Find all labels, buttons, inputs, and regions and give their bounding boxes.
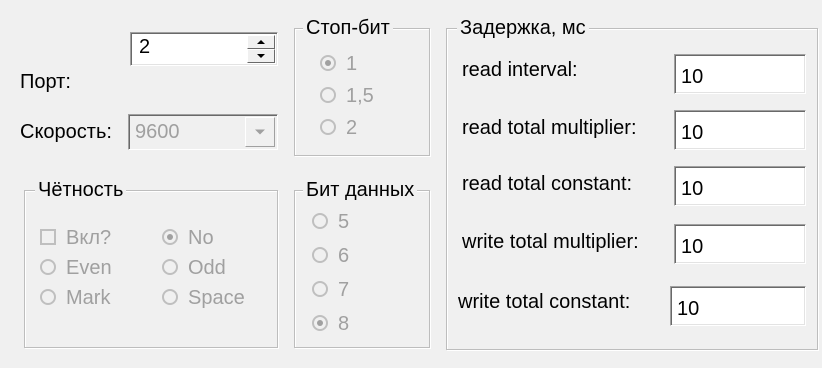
write-total-constant-label: write total constant: xyxy=(458,291,631,313)
chevron-down-icon xyxy=(255,129,265,135)
radio-icon xyxy=(312,212,328,229)
stop-bits-option-label: 1,5 xyxy=(346,85,374,107)
stop-bits-radio-2[interactable]: 2 xyxy=(320,116,357,140)
parity-title: Чётность xyxy=(35,178,127,202)
read-interval-label: read interval: xyxy=(462,59,578,81)
write-total-multiplier-label: write total multiplier: xyxy=(462,231,639,253)
stop-bits-option-label: 2 xyxy=(346,117,358,139)
spin-up-button[interactable] xyxy=(247,35,275,49)
stop-bits-option-label: 1 xyxy=(346,53,358,75)
parity-option-label: No xyxy=(188,227,214,249)
radio-icon xyxy=(162,288,178,305)
spin-down-button[interactable] xyxy=(247,49,275,63)
delay-title: Задержка, мс xyxy=(457,16,589,40)
read-total-multiplier-value: 10 xyxy=(681,122,704,144)
parity-radio-odd[interactable]: Odd xyxy=(162,256,226,280)
data-bits-title: Бит данных xyxy=(303,178,418,202)
speed-label: Скорость: xyxy=(20,121,112,143)
read-total-constant-label: read total constant: xyxy=(462,173,633,195)
data-bits-radio-5[interactable]: 5 xyxy=(312,210,349,234)
data-bits-option-label: 5 xyxy=(338,211,350,233)
port-spinner[interactable]: 2 xyxy=(130,32,278,66)
read-interval-value: 10 xyxy=(681,66,704,88)
parity-radio-space[interactable]: Space xyxy=(162,286,245,310)
data-bits-option-label: 7 xyxy=(338,279,350,301)
speed-value: 9600 xyxy=(135,121,180,143)
data-bits-option-label: 6 xyxy=(338,245,350,267)
stop-bits-title: Стоп-бит xyxy=(303,16,393,40)
data-bits-option-label: 8 xyxy=(338,313,350,335)
checkbox-box xyxy=(40,228,56,245)
parity-enable-checkbox[interactable]: Вкл? xyxy=(40,226,111,250)
read-total-multiplier-label: read total multiplier: xyxy=(462,117,637,139)
parity-radio-mark[interactable]: Mark xyxy=(40,286,110,310)
radio-icon xyxy=(40,288,56,305)
data-bits-radio-6[interactable]: 6 xyxy=(312,244,349,268)
parity-option-label: Odd xyxy=(188,257,226,279)
write-total-multiplier-value: 10 xyxy=(681,236,704,258)
radio-icon xyxy=(312,246,328,263)
write-total-multiplier-input[interactable]: 10 xyxy=(674,224,806,264)
stop-bits-radio-1[interactable]: 1 xyxy=(320,52,357,76)
radio-icon xyxy=(312,280,328,297)
parity-radio-no[interactable]: No xyxy=(162,226,214,250)
port-spin-buttons xyxy=(247,35,275,63)
parity-option-label: Space xyxy=(188,287,245,309)
radio-selected-icon xyxy=(162,228,178,245)
stop-bits-radio-1-5[interactable]: 1,5 xyxy=(320,84,374,108)
radio-selected-icon xyxy=(312,314,328,331)
write-total-constant-value: 10 xyxy=(677,298,700,320)
parity-radio-even[interactable]: Even xyxy=(40,256,112,280)
radio-icon xyxy=(320,86,336,103)
data-bits-radio-8[interactable]: 8 xyxy=(312,312,349,336)
write-total-constant-input[interactable]: 10 xyxy=(670,286,806,326)
read-total-multiplier-input[interactable]: 10 xyxy=(674,110,806,150)
data-bits-radio-7[interactable]: 7 xyxy=(312,278,349,302)
port-label: Порт: xyxy=(20,71,71,93)
speed-select[interactable]: 9600 xyxy=(128,114,278,150)
arrow-up-icon xyxy=(257,40,265,44)
radio-icon xyxy=(40,258,56,275)
read-interval-input[interactable]: 10 xyxy=(674,54,806,94)
speed-dropdown-button[interactable] xyxy=(245,117,275,147)
arrow-down-icon xyxy=(257,54,265,58)
radio-selected-icon xyxy=(320,54,336,71)
radio-icon xyxy=(320,118,336,135)
parity-enable-label: Вкл? xyxy=(66,227,112,249)
port-value: 2 xyxy=(139,36,151,58)
read-total-constant-input[interactable]: 10 xyxy=(674,166,806,206)
read-total-constant-value: 10 xyxy=(681,178,704,200)
parity-option-label: Mark xyxy=(66,287,111,309)
parity-option-label: Even xyxy=(66,257,112,279)
radio-icon xyxy=(162,258,178,275)
